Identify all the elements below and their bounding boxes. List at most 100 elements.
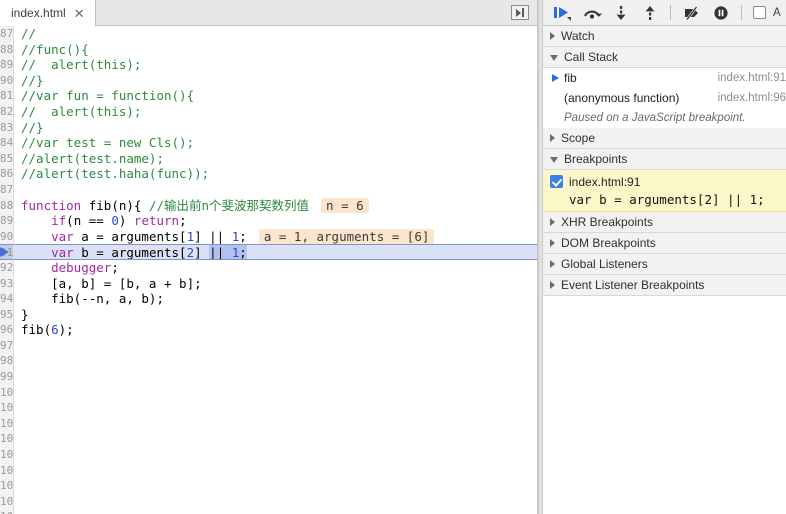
code-line[interactable]: 94 fib(--n, a, b);	[0, 291, 537, 307]
code-line[interactable]: 108	[0, 509, 537, 514]
code-line-text[interactable]	[14, 447, 537, 463]
code-line[interactable]: 100	[0, 384, 537, 401]
code-line[interactable]: 95}	[0, 306, 537, 323]
code-line[interactable]: 87 //	[0, 26, 537, 42]
code-line-text[interactable]: //	[14, 26, 537, 42]
call-stack-frame-location[interactable]: index.html:91	[718, 72, 786, 84]
sidebar-section-xhr-breakpoints[interactable]: XHR Breakpoints	[543, 212, 786, 233]
step-out-of-current-function-icon[interactable]	[636, 1, 663, 25]
code-line-text[interactable]	[14, 431, 537, 447]
line-number-gutter[interactable]: 81	[0, 88, 14, 104]
code-line-text[interactable]: fib(--n, a, b);	[14, 291, 537, 307]
sidebar-section-watch[interactable]: Watch	[543, 26, 786, 47]
code-line-text[interactable]	[14, 182, 537, 198]
line-number-gutter[interactable]: 95	[0, 306, 14, 323]
code-line[interactable]: 97	[0, 337, 537, 354]
deactivate-breakpoints-icon[interactable]	[678, 1, 705, 25]
line-number-gutter[interactable]: 107	[0, 493, 14, 510]
code-line-text[interactable]: //}	[14, 73, 537, 89]
code-line[interactable]: 90 //}	[0, 72, 537, 89]
line-number-gutter[interactable]: 82	[0, 103, 14, 120]
code-line[interactable]: 81 //var fun = function(){	[0, 88, 537, 104]
resume-script-execution-icon[interactable]	[549, 1, 576, 25]
code-line-text[interactable]: // alert(this);	[14, 104, 537, 120]
sidebar-section-call-stack[interactable]: Call Stack	[543, 47, 786, 68]
code-line[interactable]: 104	[0, 447, 537, 463]
sidebar-section-breakpoints[interactable]: Breakpoints	[543, 149, 786, 170]
tab-index-html[interactable]: index.html ✕	[0, 0, 96, 26]
line-number-gutter[interactable]: 90	[0, 228, 14, 245]
call-stack-frame-location[interactable]: index.html:96	[718, 92, 786, 104]
code-line[interactable]: 84 //var test = new Cls();	[0, 135, 537, 151]
code-line[interactable]: 99	[0, 369, 537, 385]
line-number-gutter[interactable]: 103	[0, 431, 14, 448]
line-number-gutter[interactable]: 84	[0, 135, 14, 151]
line-number-gutter[interactable]: 99	[0, 369, 14, 385]
line-number-gutter[interactable]: 93	[0, 275, 14, 292]
code-line-text[interactable]: if(n == 0) return;	[14, 213, 537, 229]
code-line-text[interactable]	[14, 494, 537, 510]
code-line[interactable]: 103	[0, 431, 537, 448]
line-number-gutter[interactable]: 96	[0, 322, 14, 338]
line-number-gutter[interactable]: 94	[0, 291, 14, 307]
line-number-gutter[interactable]: 88	[0, 41, 14, 58]
close-icon[interactable]: ✕	[73, 7, 86, 20]
line-number-gutter[interactable]: 104	[0, 447, 14, 463]
code-line[interactable]: 83 //}	[0, 119, 537, 136]
code-line-text[interactable]: //}	[14, 120, 537, 136]
code-line[interactable]: 88 //func(){	[0, 41, 537, 58]
line-number-gutter[interactable]: 85	[0, 150, 14, 167]
code-line-text[interactable]: //var test = new Cls();	[14, 135, 537, 151]
code-line[interactable]: 86 //alert(test.haha(func));	[0, 166, 537, 182]
code-line-text[interactable]	[14, 478, 537, 494]
code-line[interactable]: 90 var a = arguments[1] || 1; a = 1, argu…	[0, 228, 537, 245]
sidebar-section-event-listener-breakpoints[interactable]: Event Listener Breakpoints	[543, 275, 786, 296]
line-number-gutter[interactable]: 86	[0, 166, 14, 182]
line-number-gutter[interactable]: 105	[0, 462, 14, 479]
line-number-gutter[interactable]: 88	[0, 197, 14, 214]
line-number-gutter[interactable]: 98	[0, 353, 14, 370]
line-number-gutter[interactable]: 108	[0, 509, 14, 514]
code-line[interactable]: 92 debugger;	[0, 259, 537, 276]
line-number-gutter[interactable]: 106	[0, 478, 14, 494]
code-line-text[interactable]	[14, 509, 537, 514]
line-number-gutter[interactable]: 90	[0, 72, 14, 89]
breakpoint-list-item[interactable]: index.html:91 var b = arguments[2] || 1;	[543, 170, 786, 212]
code-line-text[interactable]: function fib(n){ //输出前n个斐波那契数列值 n = 6	[14, 197, 537, 214]
code-line-text[interactable]: debugger;	[14, 260, 537, 276]
line-number-gutter[interactable]: 97	[0, 337, 14, 354]
code-line-text[interactable]: }	[14, 307, 537, 323]
code-line-text[interactable]	[14, 353, 537, 369]
sidebar-section-global-listeners[interactable]: Global Listeners	[543, 254, 786, 275]
code-line-text[interactable]	[14, 385, 537, 401]
line-number-gutter[interactable]: 87	[0, 26, 14, 42]
code-line-text[interactable]	[14, 463, 537, 479]
step-into-next-function-call-icon[interactable]	[607, 1, 634, 25]
code-line[interactable]: 91 var b = arguments[2] || 1;	[0, 244, 537, 260]
code-line-text[interactable]: var b = arguments[2] || 1;	[14, 244, 537, 260]
code-line[interactable]: 88 function fib(n){ //输出前n个斐波那契数列值 n = 6	[0, 197, 537, 214]
line-number-gutter[interactable]: 102	[0, 415, 14, 432]
code-viewport[interactable]: 87 // 88 //func(){89 // alert(this); 90 //} 81 /…	[0, 26, 537, 514]
code-line-text[interactable]	[14, 338, 537, 354]
code-line-text[interactable]: //func(){	[14, 42, 537, 58]
code-line[interactable]: 101	[0, 400, 537, 416]
code-line[interactable]: 105	[0, 462, 537, 479]
line-number-gutter[interactable]: 101	[0, 400, 14, 416]
code-line[interactable]: 96 fib(6);	[0, 322, 537, 338]
line-number-gutter[interactable]: 83	[0, 119, 14, 136]
pause-on-exceptions-icon[interactable]	[707, 1, 734, 25]
checkbox-checked-icon[interactable]	[550, 175, 563, 188]
code-line-text[interactable]: [a, b] = [b, a + b];	[14, 276, 537, 292]
call-stack-frame-fib[interactable]: fib index.html:91	[543, 68, 786, 88]
code-line-text[interactable]: //alert(test.haha(func));	[14, 166, 537, 182]
step-over-next-function-call-icon[interactable]	[578, 1, 605, 25]
sidebar-section-dom-breakpoints[interactable]: DOM Breakpoints	[543, 233, 786, 254]
code-line-text[interactable]: var a = arguments[1] || 1; a = 1, argumen…	[14, 228, 537, 245]
code-line-text[interactable]: //var fun = function(){	[14, 88, 537, 104]
line-number-gutter[interactable]: 92	[0, 259, 14, 276]
call-stack-frame-anonymous[interactable]: (anonymous function) index.html:96	[543, 88, 786, 108]
code-line[interactable]: 93 [a, b] = [b, a + b];	[0, 275, 537, 292]
code-line-text[interactable]	[14, 400, 537, 416]
code-line-text[interactable]: fib(6);	[14, 322, 537, 338]
